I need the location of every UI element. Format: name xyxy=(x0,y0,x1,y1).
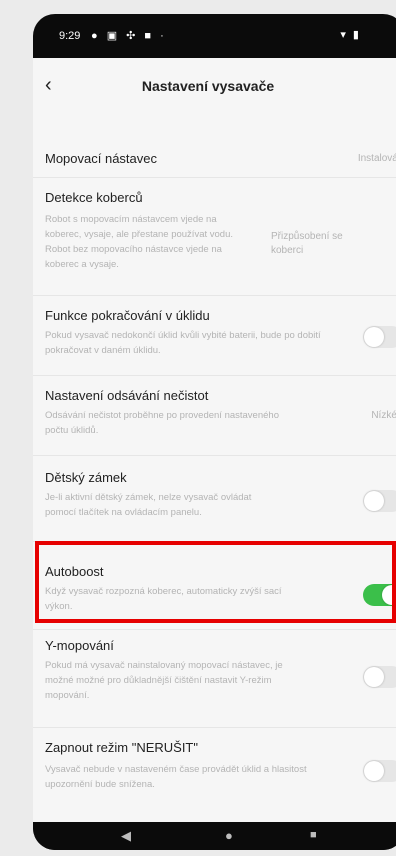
row-title: Detekce koberců xyxy=(45,190,143,205)
app-bar: ‹ Nastavení vysavače xyxy=(33,58,396,114)
row-title: Y-mopování xyxy=(45,638,114,653)
row-title: Nastavení odsávání nečistot xyxy=(45,388,209,403)
row-resume-cleaning: Funkce pokračování v úklidu Pokud vysava… xyxy=(33,296,396,376)
row-description: Vysavač nebude v nastaveném čase provádě… xyxy=(45,764,307,790)
toggle-knob xyxy=(364,761,384,781)
row-mop-attachment[interactable]: Mopovací nástavec Instalováno xyxy=(33,138,396,178)
row-description: Je-li aktivní dětský zámek, nelze vysava… xyxy=(45,492,252,518)
row-description: Pokud má vysavač nainstalovaný mopovací … xyxy=(45,660,283,701)
row-y-mopping: Y-mopování Pokud má vysavač nainstalovan… xyxy=(33,630,396,728)
row-title: Dětský zámek xyxy=(45,470,127,485)
row-description: Robot s mopovacím nástavcem vjede na kob… xyxy=(45,214,234,270)
row-title: Funkce pokračování v úklidu xyxy=(45,308,210,323)
nav-home-icon[interactable]: ● xyxy=(225,828,233,843)
status-bar: 9:29 ● ▣ ✣ ■ · ▾ ▮ xyxy=(33,14,396,58)
row-value: Přizpůsobení se koberci xyxy=(271,231,343,256)
resume-cleaning-toggle[interactable] xyxy=(363,326,396,348)
row-description: Pokud vysavač nedokončí úklid kvůli vybi… xyxy=(45,330,321,356)
row-value: Nízké › xyxy=(371,410,396,421)
status-time: 9:29 xyxy=(59,30,81,42)
row-carpet-detection[interactable]: Detekce koberců Robot s mopovacím nástav… xyxy=(33,178,396,296)
signal-battery-icons: ▾ ▮ xyxy=(340,29,361,41)
nav-back-icon[interactable]: ◀ xyxy=(121,828,131,844)
child-lock-toggle[interactable] xyxy=(363,490,396,512)
notification-icons: ● ▣ ✣ ■ · xyxy=(91,30,167,42)
row-dust-emptying[interactable]: Nastavení odsávání nečistot Odsávání neč… xyxy=(33,376,396,456)
row-title: Mopovací nástavec xyxy=(45,151,158,166)
row-do-not-disturb: Zapnout režim "NERUŠIT" Vysavač nebude v… xyxy=(33,728,396,822)
toggle-knob xyxy=(364,327,384,347)
page-title: Nastavení vysavače xyxy=(141,78,275,94)
nav-recents-icon[interactable]: ■ xyxy=(310,829,317,841)
row-title: Zapnout režim "NERUŠIT" xyxy=(45,740,198,755)
toggle-knob xyxy=(364,667,384,687)
do-not-disturb-toggle[interactable] xyxy=(363,760,396,782)
y-mopping-toggle[interactable] xyxy=(363,666,396,688)
autoboost-highlight-box xyxy=(35,541,396,623)
row-child-lock: Dětský zámek Je-li aktivní dětský zámek,… xyxy=(33,456,396,542)
system-nav-bar: ◀ ● ■ xyxy=(33,822,396,850)
toggle-knob xyxy=(364,491,384,511)
row-value: Instalováno xyxy=(357,153,396,164)
settings-screen: ‹ Nastavení vysavače Mopovací nástavec I… xyxy=(33,58,396,822)
row-description: Odsávání nečistot proběhne po provedení … xyxy=(45,410,279,436)
phone-frame: 9:29 ● ▣ ✣ ■ · ▾ ▮ ‹ Nastavení vysavače … xyxy=(33,14,396,850)
